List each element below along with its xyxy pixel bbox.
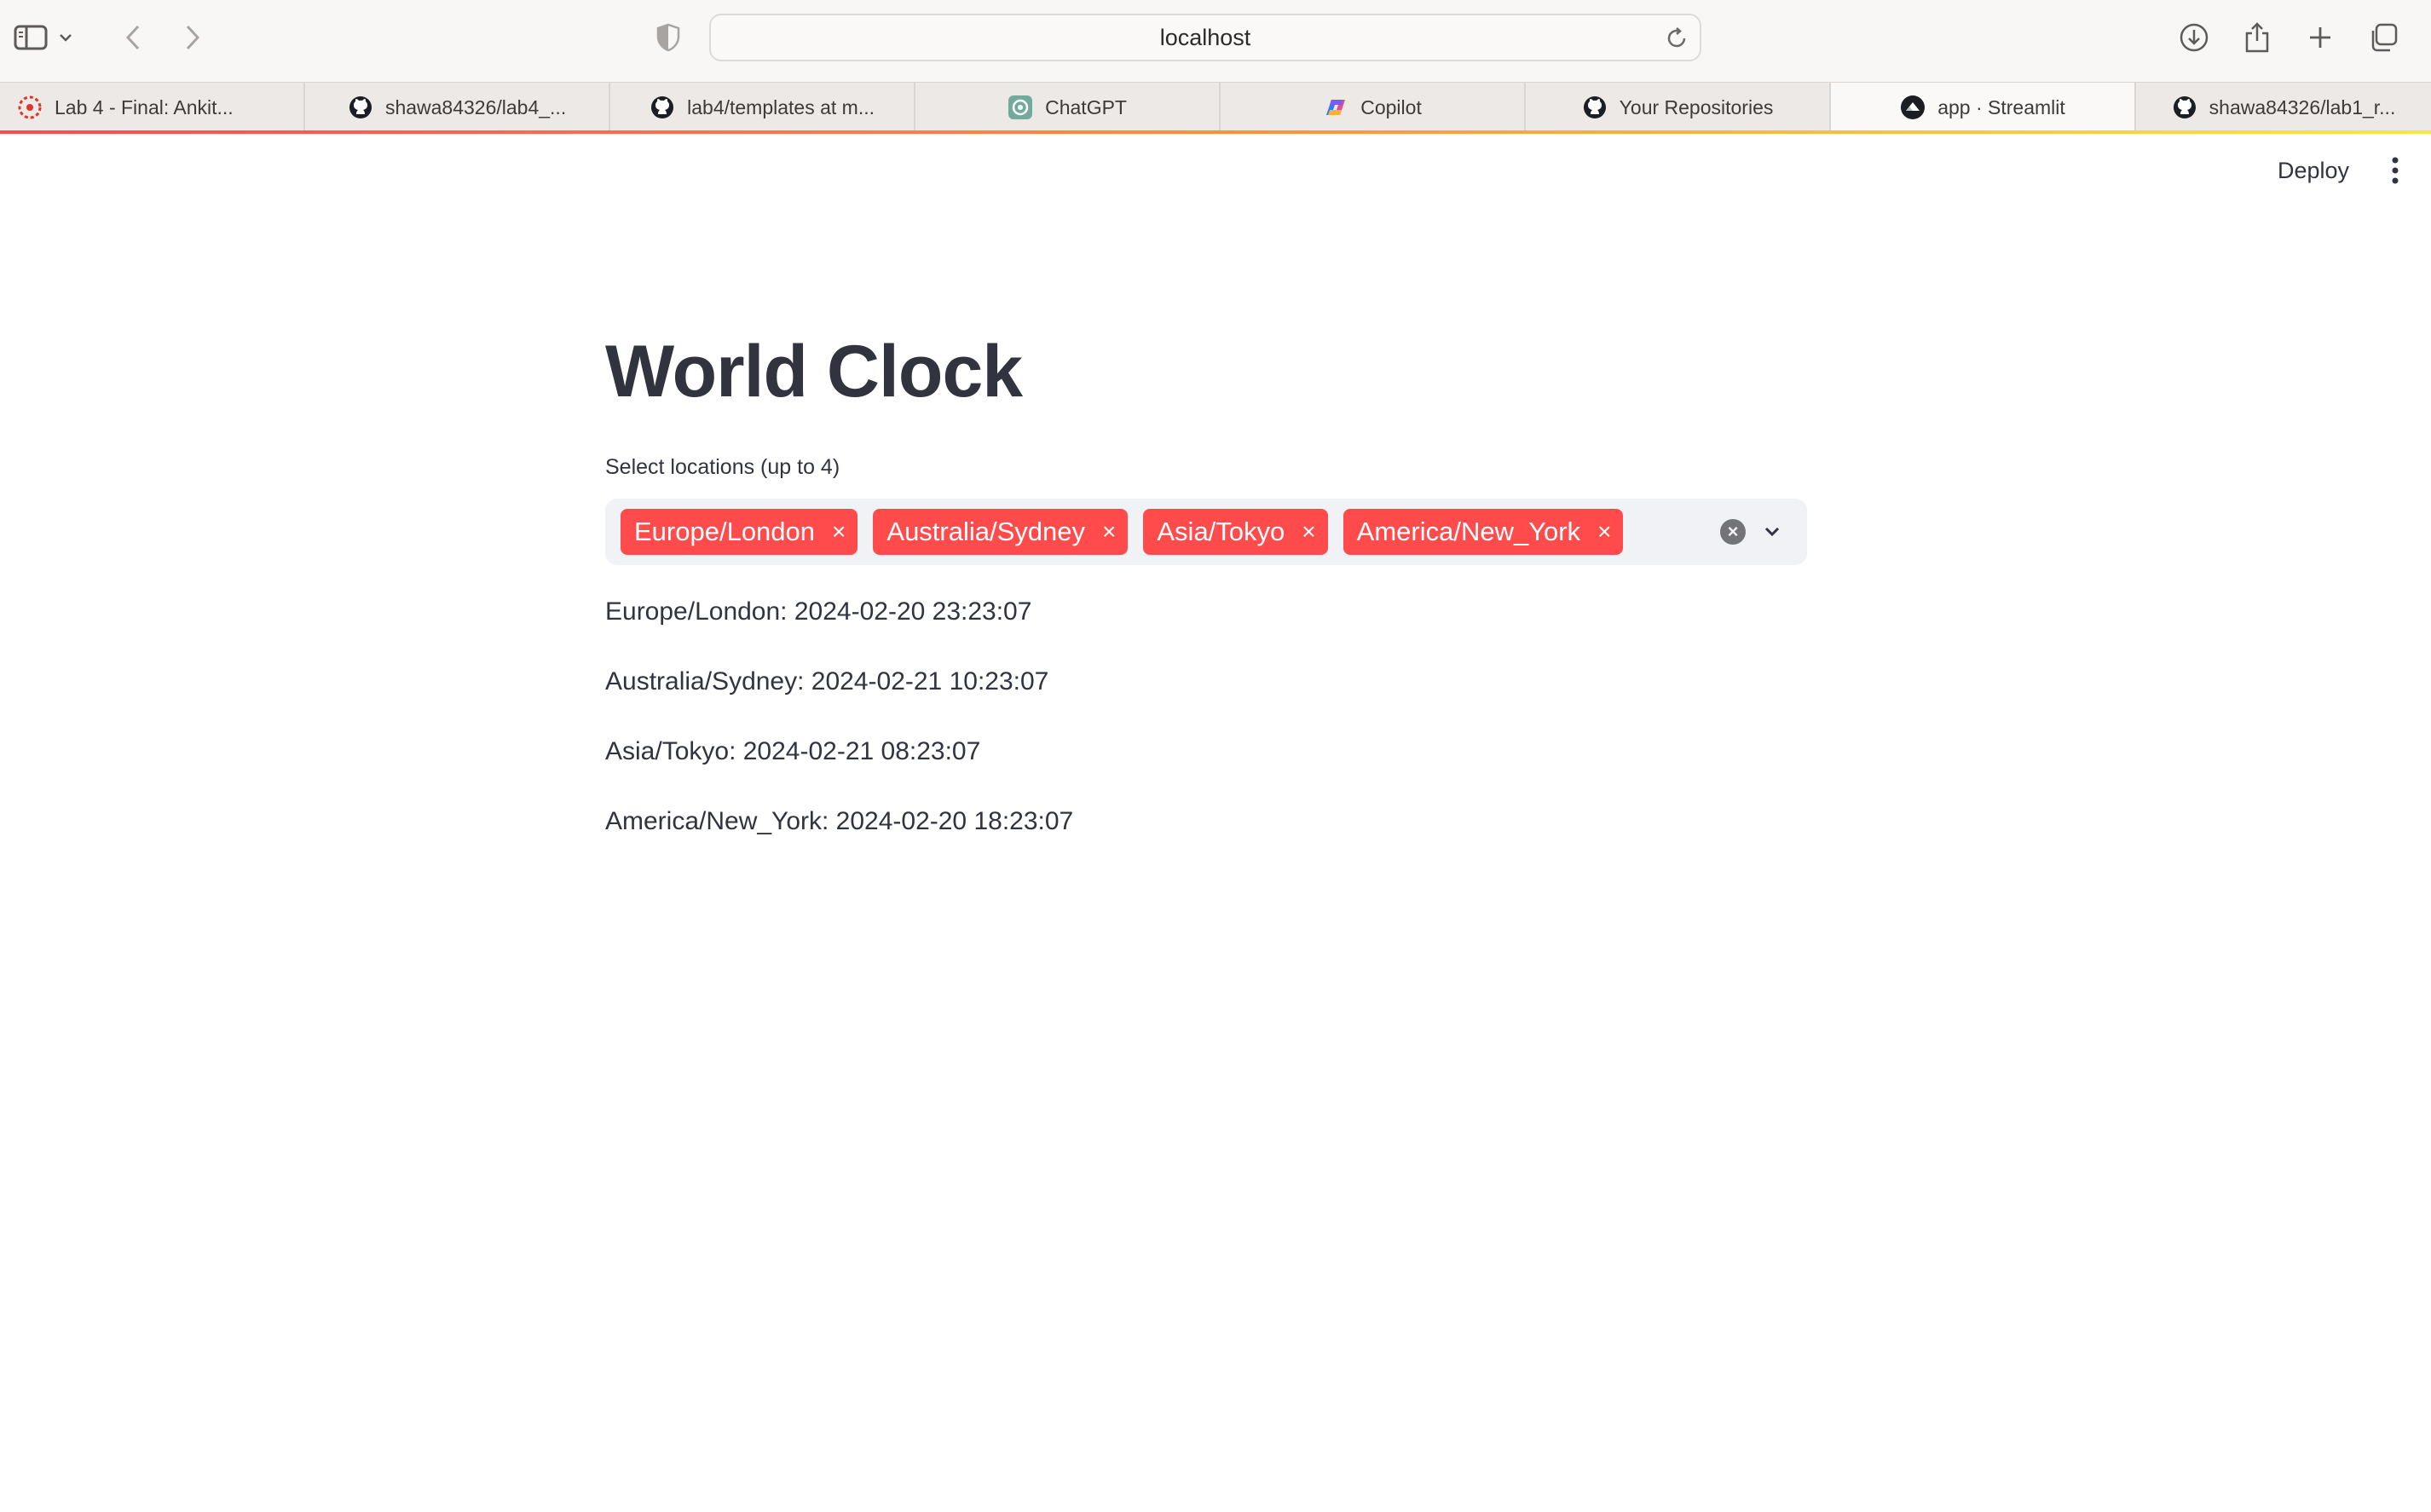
time-readout: America/New_York: 2024-02-20 18:23:07 [605, 807, 1074, 835]
remove-tag-icon[interactable]: × [1597, 520, 1611, 544]
github-icon [348, 95, 373, 120]
browser-tab[interactable]: ChatGPT [915, 83, 1221, 132]
tag-label: Asia/Tokyo [1157, 517, 1285, 546]
browser-tab[interactable]: Copilot [1221, 83, 1527, 132]
chevron-down-icon[interactable] [53, 15, 78, 60]
downloads-icon[interactable] [2172, 15, 2216, 60]
github-icon [2172, 95, 2197, 120]
time-readout: Asia/Tokyo: 2024-02-21 08:23:07 [605, 737, 981, 765]
selected-tag: Europe/London × [621, 509, 858, 555]
address-text: localhost [1159, 24, 1251, 50]
github-icon [650, 95, 675, 120]
tab-label: Copilot [1360, 95, 1422, 118]
tab-label: lab4/templates at m... [687, 95, 875, 118]
locations-multiselect[interactable]: Europe/London × Australia/Sydney × Asia/… [605, 499, 1807, 565]
tab-label: Your Repositories [1619, 95, 1774, 118]
browser-tab[interactable]: Lab 4 - Final: Ankit... [0, 83, 306, 132]
tab-strip: Lab 4 - Final: Ankit... shawa84326/lab4_… [0, 82, 2431, 132]
chatgpt-icon [1008, 95, 1033, 120]
tag-label: Europe/London [634, 517, 816, 546]
sidebar-toggle-icon[interactable] [9, 15, 53, 60]
tag-label: America/New_York [1356, 517, 1581, 546]
browser-tab-active[interactable]: app · Streamlit [1831, 83, 2136, 132]
new-tab-icon[interactable] [2298, 15, 2342, 60]
tag-label: Australia/Sydney [886, 517, 1086, 546]
multiselect-label: Select locations (up to 4) [605, 455, 840, 479]
privacy-shield-icon[interactable] [646, 15, 690, 60]
time-list: Europe/London: 2024-02-20 23:23:07 Austr… [605, 577, 1807, 857]
remove-tag-icon[interactable]: × [1102, 520, 1116, 544]
address-bar[interactable]: localhost [709, 14, 1701, 61]
deploy-button[interactable]: Deploy [2264, 150, 2363, 191]
page-title: World Clock [605, 331, 1023, 413]
tab-label: shawa84326/lab1_r... [2209, 95, 2396, 118]
time-readout: Australia/Sydney: 2024-02-21 10:23:07 [605, 667, 1049, 695]
chevron-down-icon[interactable] [1759, 519, 1785, 545]
browser-toolbar: localhost [0, 0, 2431, 82]
tab-label: shawa84326/lab4_... [384, 95, 567, 118]
github-icon [1582, 95, 1608, 120]
back-icon[interactable] [111, 15, 155, 60]
clear-all-icon[interactable]: × [1720, 519, 1746, 545]
canvas-icon [17, 95, 43, 120]
forward-icon[interactable] [170, 15, 215, 60]
browser-tab[interactable]: lab4/templates at m... [610, 83, 916, 132]
selected-tag: Australia/Sydney × [873, 509, 1129, 555]
copilot-icon [1323, 95, 1348, 120]
browser-tab[interactable]: shawa84326/lab4_... [305, 83, 611, 132]
remove-tag-icon[interactable]: × [832, 520, 846, 544]
browser-tab[interactable]: Your Repositories [1526, 83, 1832, 132]
time-readout: Europe/London: 2024-02-20 23:23:07 [605, 597, 1032, 626]
tab-label: app · Streamlit [1937, 95, 2065, 118]
tab-label: ChatGPT [1045, 95, 1127, 118]
streamlit-icon [1900, 95, 1926, 120]
tab-overview-icon[interactable] [2361, 15, 2405, 60]
remove-tag-icon[interactable]: × [1302, 520, 1315, 544]
header-decoration [0, 130, 2431, 134]
selected-tag: America/New_York × [1343, 509, 1624, 555]
reload-icon[interactable] [1664, 26, 1689, 51]
browser-tab[interactable]: shawa84326/lab1_r... [2136, 83, 2431, 132]
share-icon[interactable] [2235, 15, 2279, 60]
selected-tag: Asia/Tokyo × [1143, 509, 1328, 555]
main-menu-icon[interactable] [2378, 153, 2412, 188]
main-content: World Clock Select locations (up to 4) E… [605, 324, 1807, 857]
tab-label: Lab 4 - Final: Ankit... [55, 95, 234, 118]
